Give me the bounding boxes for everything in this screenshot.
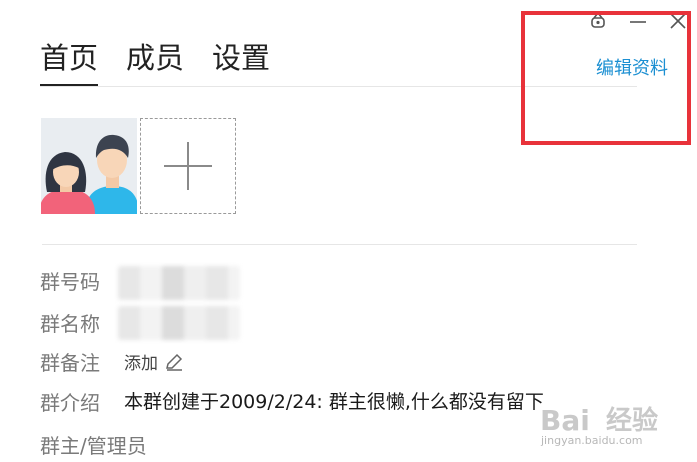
svg-text:Bai: Bai (540, 404, 590, 436)
add-group-note-button[interactable]: 添加 (124, 349, 184, 374)
watermark-text: 经验 (606, 406, 659, 436)
group-name-value-blurred (118, 306, 240, 340)
group-note-label: 群备注 (40, 351, 100, 375)
tab-bar: 首页 成员 设置 (40, 38, 270, 86)
tab-home[interactable]: 首页 (40, 38, 99, 86)
section-divider (42, 244, 637, 245)
group-id-label: 群号码 (40, 270, 100, 294)
group-admin-label: 群主/管理员 (40, 434, 147, 458)
tab-members[interactable]: 成员 (126, 38, 184, 84)
group-intro-value: 本群创建于2009/2/24: 群主很懒,什么都没有留下 (124, 391, 544, 413)
paw-logo-icon: Bai (540, 404, 590, 436)
group-name-label: 群名称 (40, 312, 100, 336)
group-id-value-blurred (118, 266, 240, 300)
group-avatar[interactable] (41, 118, 137, 214)
watermark-url: jingyan.baidu.com (541, 434, 643, 447)
annotation-highlight-box (521, 11, 691, 145)
add-note-label: 添加 (124, 354, 158, 374)
group-avatar-icon (41, 118, 137, 214)
baidu-jingyan-watermark: Bai 经验 (540, 400, 658, 437)
add-avatar-button[interactable] (140, 118, 236, 214)
tab-settings[interactable]: 设置 (212, 38, 270, 84)
group-intro-label: 群介绍 (40, 391, 100, 415)
pencil-icon (166, 353, 183, 371)
